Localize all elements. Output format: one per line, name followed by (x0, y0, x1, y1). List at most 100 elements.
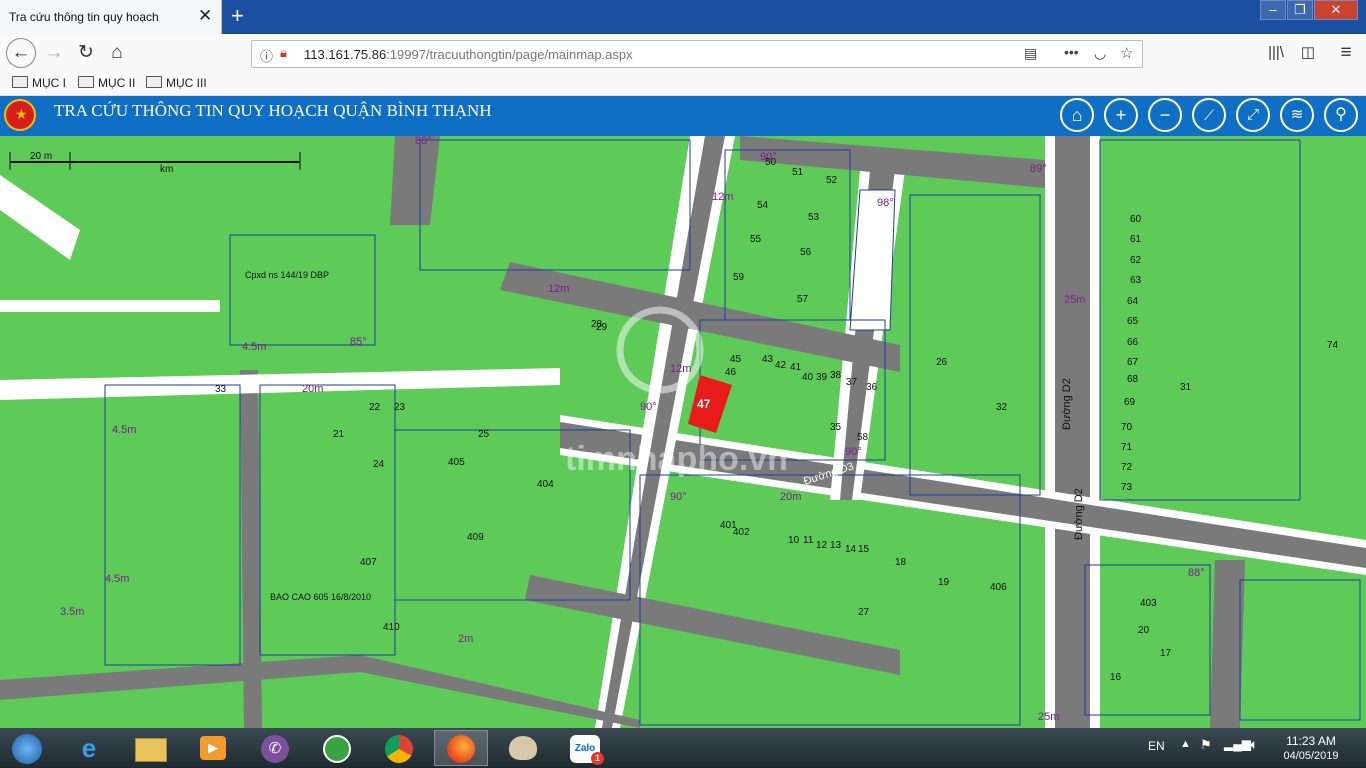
minimize-window-icon[interactable]: – (1260, 0, 1286, 20)
url-text[interactable]: 113.161.75.86:19997/tracuuthongtin/page/… (304, 47, 633, 62)
lot-number: 74 (1327, 340, 1339, 351)
map-label: BAO CAO 605 16/8/2010 (270, 592, 371, 602)
map-home-icon[interactable]: ⌂ (1060, 98, 1094, 132)
firefox-icon[interactable] (434, 730, 488, 766)
star-icon[interactable]: ☆ (1120, 44, 1133, 62)
lot-number: 12 (816, 540, 828, 551)
lot-number: 403 (1140, 598, 1157, 609)
close-tab-icon[interactable]: ✕ (198, 6, 212, 26)
fullscreen-icon[interactable]: ⤢ (1236, 98, 1270, 132)
lot-number: 43 (762, 354, 774, 365)
sidebar-icon[interactable]: ◫ (1294, 40, 1322, 66)
map-label: 4.5m (105, 573, 129, 585)
lot-number: 25 (478, 429, 490, 440)
folder-icon (146, 76, 162, 88)
ruler-icon[interactable]: ⟋ (1192, 98, 1226, 132)
map-label: 12m (670, 363, 691, 375)
internet-explorer-icon[interactable]: e (62, 730, 116, 766)
search-icon[interactable]: ⚲ (1324, 98, 1358, 132)
file-explorer-icon[interactable] (124, 730, 178, 766)
network-signal-icon[interactable]: ▂▄▆ (1224, 737, 1251, 751)
lot-number: 10 (788, 535, 800, 546)
menu-icon[interactable]: ≡ (1332, 40, 1360, 66)
tab-active[interactable]: Tra cứu thông tin quy hoạch ✕ (0, 0, 222, 34)
layers-icon[interactable]: ≋ (1280, 98, 1314, 132)
language-indicator[interactable]: EN (1148, 739, 1165, 753)
road-label-d2-south: Đường D2 (1073, 488, 1085, 540)
lot-number: 23 (394, 402, 406, 413)
insecure-lock-icon[interactable]: 🔒︎ (280, 45, 287, 61)
media-player-icon[interactable]: ▶ (186, 730, 240, 766)
tray-show-hidden-icon[interactable]: ▲ (1180, 738, 1191, 750)
zoom-out-icon[interactable]: − (1148, 98, 1182, 132)
lot-number: 50 (765, 157, 777, 168)
bookmark-label: MỤC I (32, 76, 66, 90)
map-label: 25m (1064, 294, 1085, 306)
clock-date[interactable]: 04/05/2019 (1280, 750, 1342, 762)
lot-number: 16 (1110, 672, 1122, 683)
bookmark-muc-3[interactable]: MỤC III (146, 76, 207, 90)
lot-number: 18 (895, 557, 907, 568)
lot-number: 63 (1130, 275, 1142, 286)
reader-view-icon[interactable]: ▤ (1024, 45, 1037, 62)
watermark-text: timnhapho.vn (565, 440, 788, 478)
lot-number: 61 (1130, 234, 1142, 245)
planning-map[interactable]: 47 timnhapho.vn Đường D2 Đường D3 Đường … (0, 136, 1366, 728)
zalo-icon[interactable]: Zalo 1 (558, 730, 612, 766)
url-host: 113.161.75.86 (304, 47, 387, 62)
library-icon[interactable]: |||\ (1262, 40, 1290, 66)
lot-number: 38 (830, 370, 842, 381)
map-label: 88° (1188, 567, 1205, 579)
lot-number: 406 (990, 582, 1007, 593)
more-icon[interactable]: ••• (1064, 44, 1079, 60)
paint-icon[interactable] (496, 730, 550, 766)
lot-number: 42 (775, 360, 787, 371)
pocket-icon[interactable]: ◡ (1094, 45, 1106, 62)
zoom-in-icon[interactable]: + (1104, 98, 1138, 132)
home-icon[interactable]: ⌂ (103, 40, 131, 66)
info-icon[interactable]: ⓘ (260, 46, 273, 65)
map-label: 90° (670, 491, 687, 503)
lot-number: 66 (1127, 337, 1139, 348)
lot-number: 67 (1127, 357, 1139, 368)
forward-icon[interactable]: → (40, 40, 68, 66)
windows-start-icon[interactable] (0, 730, 54, 766)
volume-icon[interactable]: 🔈︎ (1250, 736, 1258, 753)
url-bar[interactable]: ⓘ 🔒︎ 113.161.75.86:19997/tracuuthongtin/… (251, 40, 1143, 68)
new-tab-button[interactable]: + (231, 3, 244, 29)
map-label: 12m (712, 191, 733, 203)
lot-number: 62 (1130, 255, 1142, 266)
action-center-flag-icon[interactable]: ⚑ (1200, 737, 1212, 753)
map-label: 90° (640, 401, 657, 413)
lot-number: 37 (846, 377, 858, 388)
clock-time[interactable]: 11:23 AM (1285, 734, 1337, 748)
highlighted-lot-label: 47 (697, 397, 711, 411)
lot-number: 65 (1127, 316, 1139, 327)
map-label: 98° (877, 197, 894, 209)
lot-number: 73 (1121, 482, 1133, 493)
national-emblem-icon: ★ (4, 99, 36, 131)
lot-number: 11 (803, 535, 814, 546)
lot-number: 53 (808, 212, 820, 223)
tab-title: Tra cứu thông tin quy hoạch (9, 10, 159, 24)
lot-number: 51 (792, 167, 804, 178)
reload-icon[interactable]: ↻ (72, 40, 100, 66)
chrome-icon[interactable] (372, 730, 426, 766)
lot-number: 69 (1124, 397, 1136, 408)
restore-window-icon[interactable]: ❐ (1287, 0, 1313, 20)
lot-number: 22 (369, 402, 381, 413)
bookmark-muc-1[interactable]: MỤC I (12, 76, 66, 90)
coccoc-icon[interactable] (310, 730, 364, 766)
close-window-icon[interactable]: ✕ (1314, 0, 1358, 20)
back-icon[interactable]: ← (6, 38, 36, 68)
bookmark-muc-2[interactable]: MỤC II (78, 76, 135, 90)
folder-icon (78, 76, 94, 88)
lot-number: 55 (750, 234, 762, 245)
viber-icon[interactable]: ✆ (248, 730, 302, 766)
lot-number: 28 (591, 319, 603, 330)
map-label: 88° (415, 136, 432, 147)
lot-number: 32 (996, 402, 1008, 413)
map-label: 25m (1038, 711, 1059, 723)
map-label: 4.5m (242, 341, 266, 353)
lot-number: 59 (733, 272, 745, 283)
